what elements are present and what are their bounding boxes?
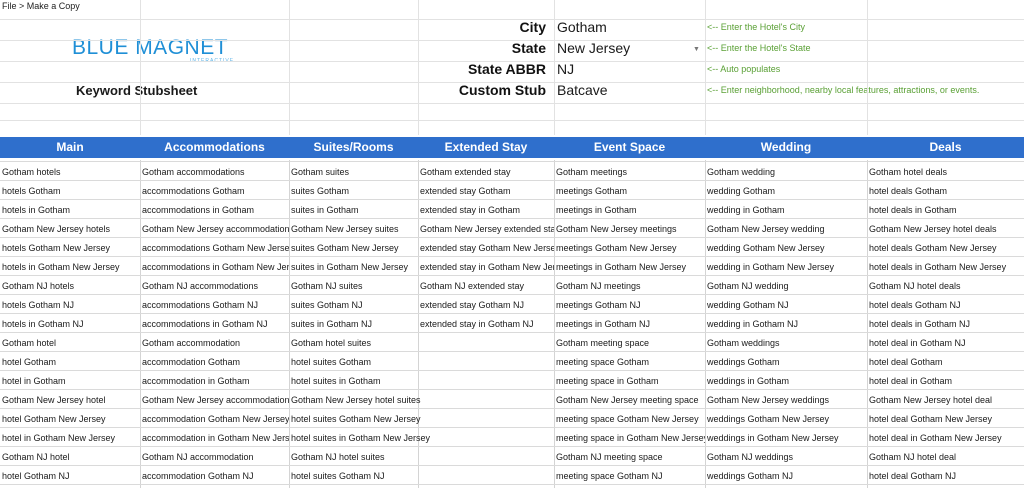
column-header[interactable]: Accommodations [140, 140, 289, 154]
dropdown-arrow-icon[interactable]: ▼ [693, 46, 700, 53]
gridline [0, 275, 1024, 276]
gridline [0, 237, 1024, 238]
state-abbr-note: <-- Auto populates [707, 64, 781, 74]
column-header[interactable]: Main [0, 140, 140, 154]
gridline [0, 218, 1024, 219]
state-abbr-value[interactable]: NJ [557, 61, 574, 77]
custom-stub-note: <-- Enter neighborhood, nearby local fea… [707, 85, 980, 95]
gridline [289, 0, 290, 135]
gridline [554, 0, 555, 135]
state-label: State [511, 40, 546, 56]
gridline [0, 161, 1024, 162]
column-header[interactable]: Extended Stay [418, 140, 554, 154]
gridline [0, 180, 1024, 181]
gridline [0, 427, 1024, 428]
sheet-title: Keyword Stubsheet [76, 83, 198, 98]
city-label: City [519, 19, 546, 35]
gridline [0, 408, 1024, 409]
menu-hint[interactable]: File > Make a Copy [2, 1, 80, 11]
custom-stub-value[interactable]: Batcave [557, 82, 608, 98]
gridline [0, 120, 1024, 121]
gridline [0, 256, 1024, 257]
state-value[interactable]: New Jersey [557, 40, 630, 56]
gridline [0, 465, 1024, 466]
state-note: <-- Enter the Hotel's State [707, 43, 811, 53]
gridline [0, 332, 1024, 333]
column-header[interactable]: Event Space [554, 140, 705, 154]
gridline [0, 40, 1024, 41]
gridline [0, 294, 1024, 295]
gridline [0, 103, 1024, 104]
column-header[interactable]: Wedding [705, 140, 867, 154]
gridline [0, 351, 1024, 352]
city-value[interactable]: Gotham [557, 19, 607, 35]
gridline [0, 370, 1024, 371]
gridline [705, 0, 706, 135]
city-note: <-- Enter the Hotel's City [707, 22, 806, 32]
gridline [0, 313, 1024, 314]
spreadsheet: File > Make a Copy BLUE MAGNET INTERACTI… [0, 0, 1024, 488]
state-abbr-label: State ABBR [467, 61, 546, 77]
gridline [0, 389, 1024, 390]
custom-stub-label: Custom Stub [458, 82, 546, 98]
gridline [867, 0, 868, 135]
gridline [0, 199, 1024, 200]
column-header[interactable]: Suites/Rooms [289, 140, 418, 154]
gridline [0, 82, 1024, 83]
gridline [0, 484, 1024, 485]
column-header[interactable]: Deals [867, 140, 1024, 154]
gridline [0, 446, 1024, 447]
gridline [0, 61, 1024, 62]
gridline [0, 19, 1024, 20]
gridline [418, 0, 419, 135]
gridline [140, 0, 141, 135]
